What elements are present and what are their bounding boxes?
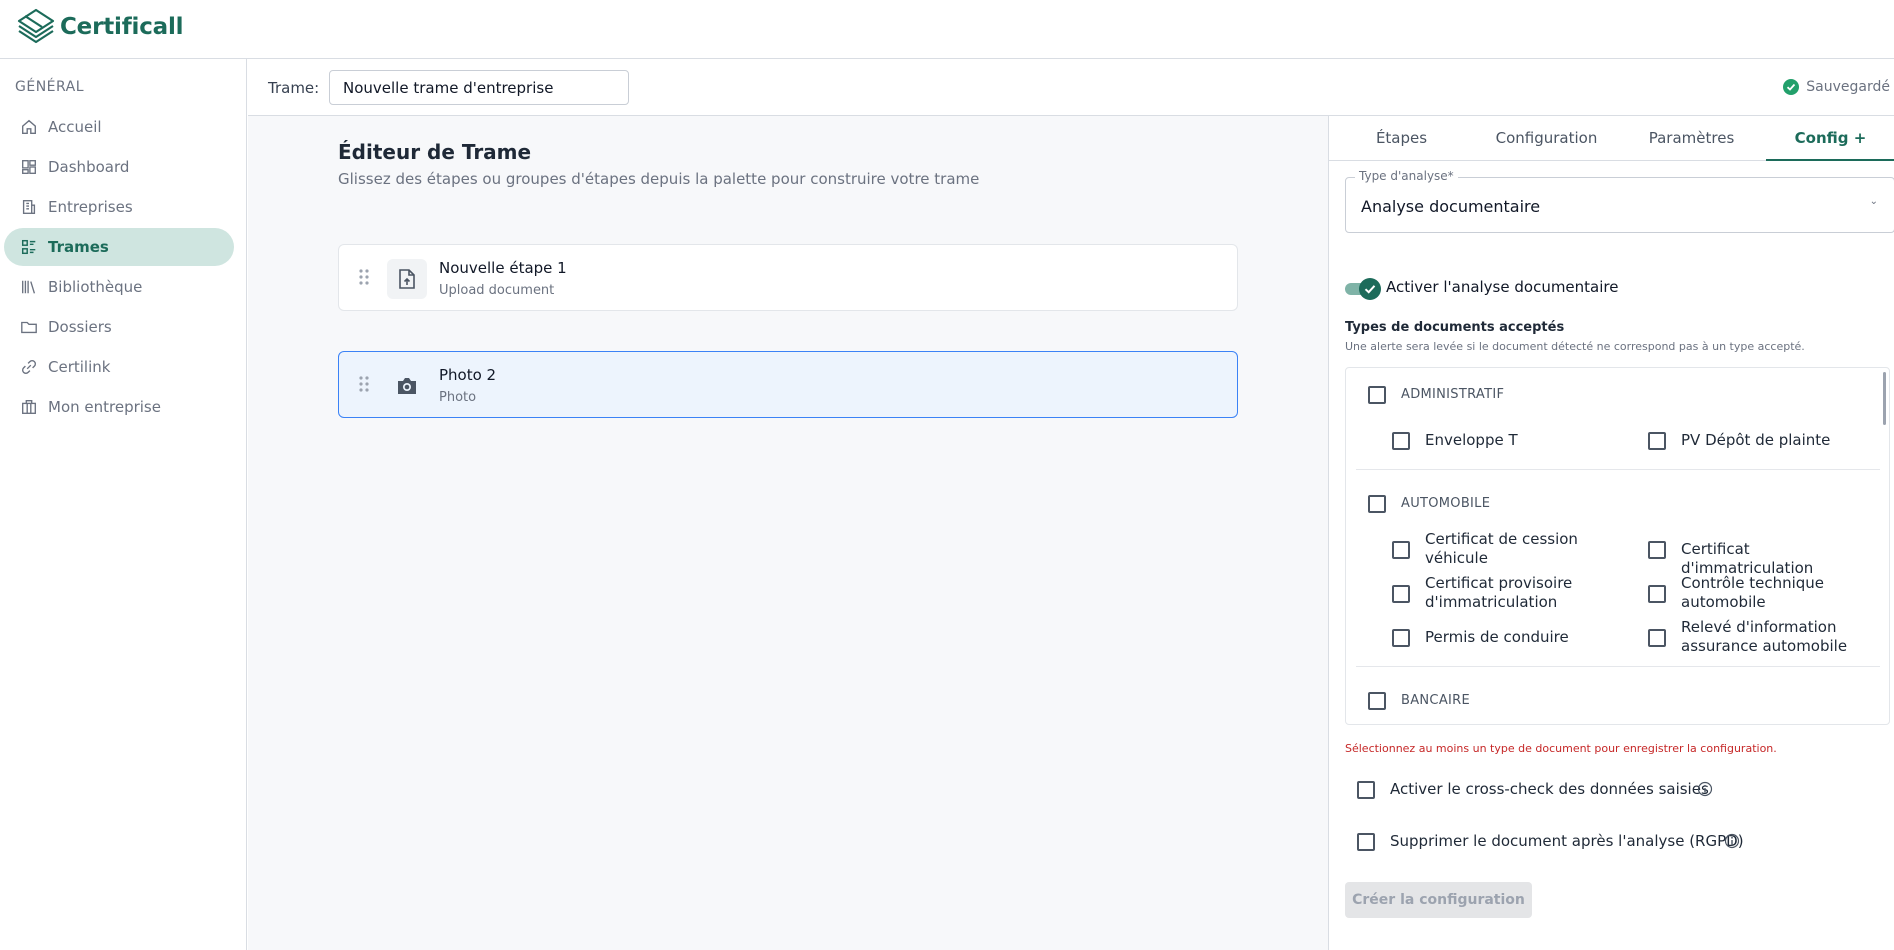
top-bar: Certificall [0,0,1894,59]
sidebar-item-label: Accueil [48,118,102,136]
camera-icon [387,366,427,406]
divider [1356,666,1880,667]
drag-handle-icon[interactable] [359,269,369,285]
editor-title: Éditeur de Trame [338,140,532,164]
tab-etapes[interactable]: Étapes [1329,116,1474,161]
checkbox-pv-depot-plainte[interactable] [1648,432,1666,450]
sidebar-item-label: Mon entreprise [48,398,161,416]
tab-config-plus[interactable]: Config + [1766,116,1894,161]
item-label: Contrôle technique automobile [1681,574,1825,611]
home-icon [22,119,36,134]
logo[interactable]: Certificall [16,6,184,48]
step-type: Upload document [439,283,555,298]
sidebar-item-label: Dossiers [48,318,112,336]
group-checkbox-bancaire[interactable] [1368,692,1386,710]
validation-error: Sélectionnez au moins un type de documen… [1345,742,1777,755]
checkbox-releve-assurance[interactable] [1648,629,1666,647]
sidebar-item-mon-entreprise[interactable]: Mon entreprise [4,388,234,426]
list-icon [21,239,36,255]
checkbox-controle-technique[interactable] [1648,585,1666,603]
group-label: BANCAIRE [1401,693,1470,708]
app-name: Certificall [60,14,184,40]
step-type: Photo [439,390,477,405]
sidebar-item-label: Bibliothèque [48,278,143,296]
step-card-selected[interactable]: Photo 2 Photo [338,351,1238,418]
analysis-toggle-label: Activer l'analyse documentaire [1386,278,1619,296]
check-icon [1364,285,1376,294]
checkbox-permis-conduire[interactable] [1392,629,1410,647]
sidebar-item-accueil[interactable]: Accueil [4,108,234,146]
crosscheck-checkbox[interactable] [1357,781,1375,799]
divider [1356,469,1880,470]
item-label: Certificat de cession véhicule [1425,530,1578,567]
document-types-title: Types de documents acceptés [1345,320,1565,335]
group-label: AUTOMOBILE [1401,496,1491,511]
item-label: Enveloppe T [1425,431,1518,449]
scrollbar[interactable] [1883,372,1886,425]
sidebar-item-label: Trames [48,238,109,256]
analysis-type-value: Analyse documentaire [1361,197,1541,216]
info-icon[interactable] [1724,833,1740,849]
toggle-knob [1359,278,1381,300]
document-types-list[interactable]: ADMINISTRATIF Enveloppe T PV Dépôt de pl… [1345,367,1890,725]
checkbox-certificat-immatriculation[interactable] [1648,541,1666,559]
item-label: Permis de conduire [1425,628,1569,646]
step-title: Nouvelle étape 1 [439,259,567,277]
step-title: Photo 2 [439,366,497,384]
sidebar-item-dashboard[interactable]: Dashboard [4,148,234,186]
sidebar-item-label: Entreprises [48,198,133,216]
file-upload-icon [387,259,427,299]
analysis-type-select[interactable]: Type d'analyse* Analyse documentaire ⌄ [1345,169,1894,233]
analysis-toggle[interactable] [1345,278,1381,300]
sidebar-item-bibliotheque[interactable]: Bibliothèque [4,268,234,306]
save-status-text: Sauvegardé [1806,79,1890,95]
checkbox-certificat-provisoire[interactable] [1392,585,1410,603]
sidebar-item-trames[interactable]: Trames [4,228,234,266]
analysis-type-label: Type d'analyse* [1355,169,1458,183]
check-circle-icon [1783,79,1800,95]
sidebar-item-label: Dashboard [48,158,130,176]
tab-configuration[interactable]: Configuration [1474,116,1619,161]
group-checkbox-administratif[interactable] [1368,386,1386,404]
panel-tabs: Étapes Configuration Paramètres Config + [1329,116,1894,161]
create-configuration-button[interactable]: Créer la configuration [1345,882,1532,918]
editor-subtitle: Glissez des étapes ou groupes d'étapes d… [338,170,980,188]
sidebar-item-certilink[interactable]: Certilink [4,348,234,386]
checkbox-certificat-cession[interactable] [1392,541,1410,559]
library-icon [22,280,36,294]
certificall-logo-icon [17,8,55,44]
save-status: Sauvegardé [1783,79,1890,95]
sidebar-section-title: GÉNÉRAL [15,79,85,95]
trame-name-input[interactable] [329,70,629,105]
tab-parametres[interactable]: Paramètres [1619,116,1764,161]
step-card[interactable]: Nouvelle étape 1 Upload document [338,244,1238,311]
building-icon [22,200,36,214]
dashboard-icon [22,160,36,174]
drag-handle-icon[interactable] [359,376,369,392]
trame-label: Trame: [268,79,320,97]
group-checkbox-automobile[interactable] [1368,495,1386,513]
sidebar-item-entreprises[interactable]: Entreprises [4,188,234,226]
folder-icon [21,321,37,334]
document-types-subtitle: Une alerte sera levée si le document dét… [1345,340,1805,353]
sidebar-item-dossiers[interactable]: Dossiers [4,308,234,346]
item-label: PV Dépôt de plainte [1681,431,1831,449]
group-label: ADMINISTRATIF [1401,387,1505,402]
item-label: Relevé d'information assurance automobil… [1681,618,1848,655]
checkbox-enveloppe-t[interactable] [1392,432,1410,450]
item-label: Certificat provisoire d'immatriculation [1425,574,1573,611]
link-icon [22,360,36,374]
trame-header: Trame: Sauvegardé [248,59,1894,116]
item-label: Certificat d'immatriculation [1681,540,1814,577]
chevron-down-icon: ⌄ [1869,196,1878,207]
sidebar-item-label: Certilink [48,358,111,376]
rgpd-label: Supprimer le document après l'analyse (R… [1390,832,1744,850]
info-icon[interactable] [1697,781,1713,797]
config-panel: Étapes Configuration Paramètres Config +… [1328,116,1894,950]
trame-editor: Éditeur de Trame Glissez des étapes ou g… [248,116,1328,950]
crosscheck-label: Activer le cross-check des données saisi… [1390,780,1709,798]
rgpd-checkbox[interactable] [1357,833,1375,851]
briefcase-icon [22,400,36,414]
sidebar: GÉNÉRAL Accueil Dashboard Entreprises Tr… [0,59,247,950]
